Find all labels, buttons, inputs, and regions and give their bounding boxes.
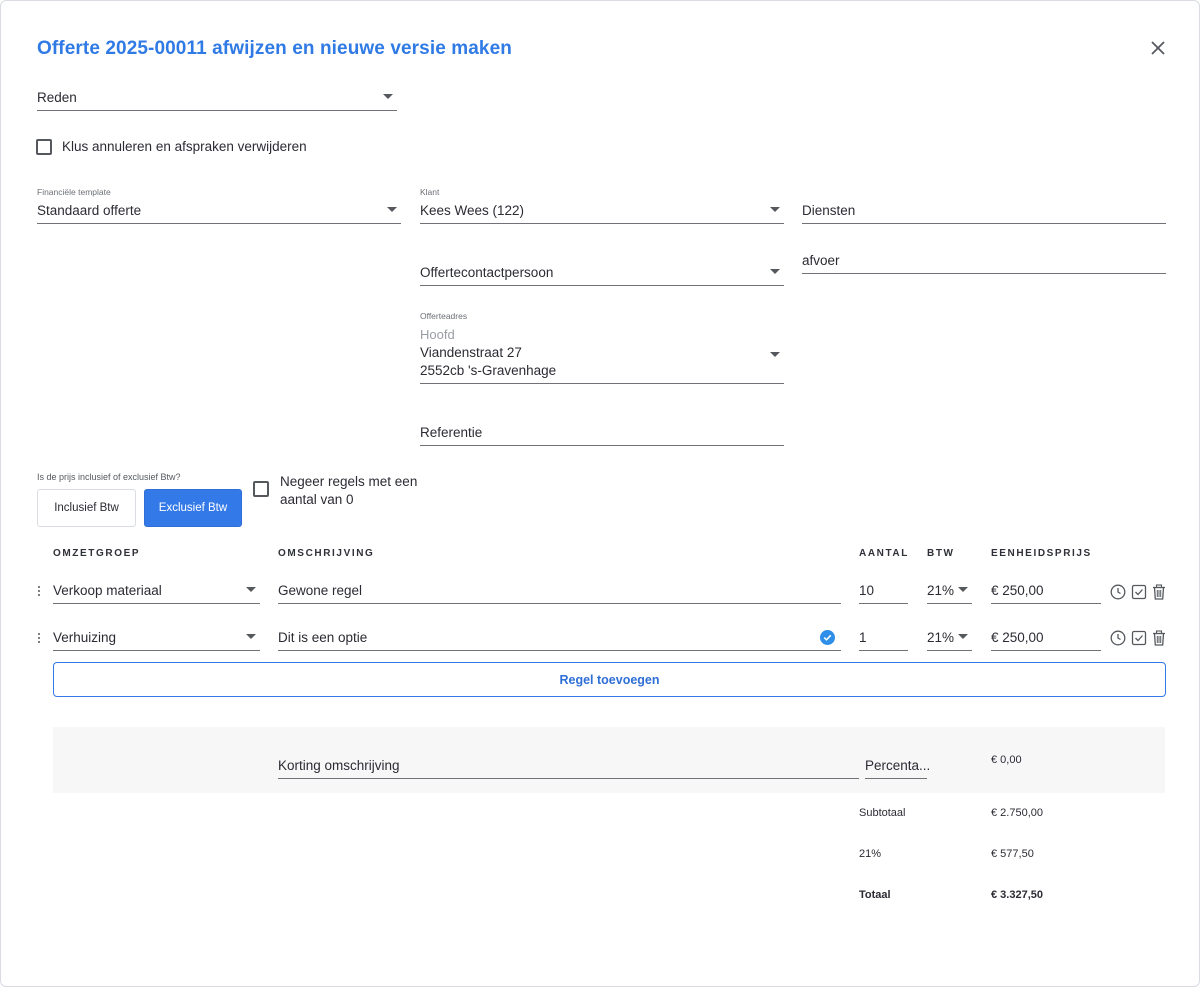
total-label: Totaal bbox=[859, 889, 891, 901]
total-value: € 3.327,50 bbox=[991, 889, 1043, 901]
row-price-input[interactable]: € 250,00 bbox=[991, 625, 1101, 651]
financial-template-label: Financiële template bbox=[37, 187, 111, 197]
dialog: Offerte 2025-00011 afwijzen en nieuwe ve… bbox=[0, 0, 1200, 987]
clock-icon[interactable] bbox=[1110, 630, 1126, 646]
address-label: Offerteadres bbox=[420, 311, 468, 321]
services-value: Diensten bbox=[802, 203, 856, 218]
subtotal-label: Subtotaal bbox=[859, 807, 906, 819]
row-group-select[interactable]: Verhuizing bbox=[53, 625, 260, 651]
row-price-input[interactable]: € 250,00 bbox=[991, 579, 1101, 604]
exclusive-vat-button[interactable]: Exclusief Btw bbox=[144, 489, 242, 527]
afvoer-field[interactable]: afvoer bbox=[802, 249, 1166, 274]
address-street: Viandenstraat 27 bbox=[420, 345, 522, 360]
address-city: 2552cb 's-Gravenhage bbox=[420, 363, 557, 378]
trash-icon[interactable] bbox=[1151, 584, 1167, 600]
header-quantity: AANTAL bbox=[859, 548, 909, 559]
contact-person-select[interactable]: Offertecontactpersoon bbox=[420, 260, 784, 286]
drag-handle-icon[interactable] bbox=[37, 633, 41, 645]
clock-icon[interactable] bbox=[1110, 584, 1126, 600]
row-vat-select[interactable]: 21% bbox=[927, 579, 972, 604]
ignore-zero-checkbox[interactable] bbox=[253, 481, 269, 497]
reference-field[interactable]: Referentie bbox=[420, 421, 784, 446]
reference-value: Referentie bbox=[420, 425, 483, 440]
reason-select[interactable]: Reden bbox=[37, 85, 397, 111]
header-unit-price: EENHEIDSPRIJS bbox=[991, 548, 1092, 559]
services-field[interactable]: Diensten bbox=[802, 199, 1166, 224]
address-select[interactable]: Hoofd Viandenstraat 27 2552cb 's-Gravenh… bbox=[420, 323, 784, 384]
row-quantity-value: 1 bbox=[859, 630, 867, 645]
row-group-value: Verkoop materiaal bbox=[53, 583, 162, 598]
discount-amount: € 0,00 bbox=[991, 754, 1022, 766]
discount-type-value: Percenta... bbox=[865, 758, 931, 773]
row-description-value: Gewone regel bbox=[278, 583, 363, 598]
contact-person-value: Offertecontactpersoon bbox=[420, 265, 554, 280]
client-select[interactable]: Kees Wees (122) bbox=[420, 199, 784, 224]
row-group-value: Verhuizing bbox=[53, 630, 117, 645]
chevron-down-icon bbox=[383, 94, 393, 99]
financial-template-value: Standaard offerte bbox=[37, 203, 142, 218]
add-row-button[interactable]: Regel toevoegen bbox=[53, 662, 1166, 697]
vat-total-label: 21% bbox=[859, 848, 882, 860]
row-description-input[interactable]: Gewone regel bbox=[278, 579, 841, 604]
chevron-down-icon bbox=[770, 352, 780, 357]
chevron-down-icon bbox=[246, 634, 256, 639]
option-check-icon[interactable] bbox=[820, 630, 835, 645]
row-quantity-value: 10 bbox=[859, 583, 875, 598]
chevron-down-icon bbox=[770, 269, 780, 274]
header-description: OMSCHRIJVING bbox=[278, 548, 375, 559]
row-description-value: Dit is een optie bbox=[278, 630, 368, 645]
discount-description-value: Korting omschrijving bbox=[278, 758, 400, 773]
row-vat-select[interactable]: 21% bbox=[927, 625, 972, 651]
dialog-title: Offerte 2025-00011 afwijzen en nieuwe ve… bbox=[37, 38, 512, 59]
client-label: Klant bbox=[420, 187, 440, 197]
vat-question: Is de prijs inclusief of exclusief Btw? bbox=[37, 472, 181, 482]
financial-template-select[interactable]: Standaard offerte bbox=[37, 199, 401, 224]
ignore-zero-label-line1: Negeer regels met een bbox=[280, 474, 418, 489]
subtotal-value: € 2.750,00 bbox=[991, 807, 1043, 819]
inclusive-vat-button[interactable]: Inclusief Btw bbox=[37, 489, 136, 527]
checkbox-icon[interactable] bbox=[1131, 584, 1147, 600]
chevron-down-icon bbox=[387, 207, 397, 212]
chevron-down-icon bbox=[958, 587, 968, 592]
row-quantity-input[interactable]: 10 bbox=[859, 579, 908, 604]
header-group: OMZETGROEP bbox=[53, 548, 141, 559]
row-description-input[interactable]: Dit is een optie bbox=[278, 625, 841, 651]
ignore-zero-label-line2: aantal van 0 bbox=[280, 492, 354, 507]
address-name: Hoofd bbox=[420, 327, 455, 342]
row-price-value: € 250,00 bbox=[991, 583, 1044, 598]
chevron-down-icon bbox=[770, 207, 780, 212]
reason-select-value: Reden bbox=[37, 90, 77, 105]
row-vat-value: 21% bbox=[927, 583, 955, 598]
row-price-value: € 250,00 bbox=[991, 630, 1044, 645]
client-value: Kees Wees (122) bbox=[420, 203, 525, 218]
cancel-job-checkbox[interactable] bbox=[36, 139, 52, 155]
discount-type-select[interactable]: Percenta... bbox=[865, 753, 931, 779]
row-vat-value: 21% bbox=[927, 630, 955, 645]
cancel-job-label: Klus annuleren en afspraken verwijderen bbox=[62, 139, 307, 154]
afvoer-value: afvoer bbox=[802, 253, 840, 268]
vat-total-value: € 577,50 bbox=[991, 848, 1034, 860]
ignore-zero-label: Negeer regels met een aantal van 0 bbox=[280, 473, 417, 509]
chevron-down-icon bbox=[958, 634, 968, 639]
trash-icon[interactable] bbox=[1151, 630, 1167, 646]
row-quantity-input[interactable]: 1 bbox=[859, 625, 908, 651]
header-vat: BTW bbox=[927, 548, 955, 559]
drag-handle-icon[interactable] bbox=[37, 586, 41, 598]
chevron-down-icon bbox=[246, 587, 256, 592]
checkbox-icon[interactable] bbox=[1131, 630, 1147, 646]
row-group-select[interactable]: Verkoop materiaal bbox=[53, 579, 260, 604]
discount-description-input[interactable]: Korting omschrijving bbox=[278, 753, 859, 779]
close-icon[interactable] bbox=[1147, 37, 1169, 59]
